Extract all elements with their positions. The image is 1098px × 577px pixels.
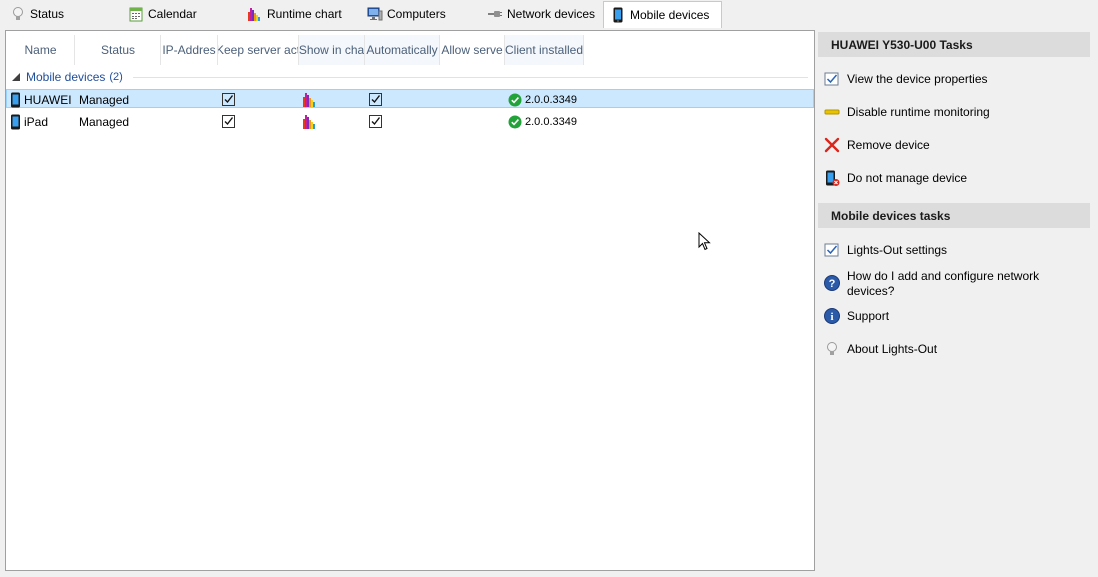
collapse-triangle-icon[interactable] (12, 73, 20, 81)
tab-label: Status (30, 6, 65, 21)
keep-server-active-check-icon (222, 112, 235, 131)
show-in-chart-icon (302, 112, 318, 131)
column-header-status[interactable]: Status (76, 35, 161, 65)
tab-mobile-devices[interactable]: Mobile devices (603, 1, 722, 28)
device-name: iPad (24, 114, 49, 129)
tab-computers[interactable]: Computers (361, 1, 476, 26)
mobile-icon (10, 114, 21, 130)
keep-server-active-check-icon (222, 90, 235, 109)
device-status: Managed (79, 114, 130, 129)
mouse-cursor-icon (698, 231, 711, 254)
lights-out-settings-link[interactable]: Lights-Out settings (823, 241, 1085, 259)
about-lights-out-link[interactable]: About Lights-Out (823, 340, 1085, 358)
task-label: Support (847, 309, 890, 323)
task-label: Disable runtime monitoring (847, 105, 990, 119)
client-installed-cell: 2.0.0.3349 (508, 112, 577, 131)
tab-label: Runtime chart (267, 6, 342, 21)
help-icon: ? (823, 274, 841, 292)
task-label: How do I add and configure network devic… (847, 269, 1040, 298)
column-header-show-in-chart[interactable]: Show in cha (299, 35, 365, 65)
task-label: Lights-Out settings (847, 243, 948, 257)
client-installed-cell: 2.0.0.3349 (508, 90, 577, 109)
yellow-bar-icon (823, 103, 841, 121)
bulb-icon (10, 6, 26, 22)
device-name-cell: iPad (10, 112, 48, 131)
device-list: Name Status IP-Addres Keep server act Sh… (5, 30, 815, 571)
task-label: Remove device (847, 138, 930, 152)
tab-calendar[interactable]: Calendar (122, 1, 232, 26)
bulb-icon (823, 340, 841, 358)
group-label: Mobile devices (26, 70, 106, 84)
table-row[interactable]: HUAWEI Managed 2.0.0.3349 (6, 89, 814, 108)
column-header-client-installed[interactable]: Client installed (505, 35, 584, 65)
support-link[interactable]: i Support (823, 307, 1085, 325)
device-name: HUAWEI (24, 92, 72, 107)
view-device-properties-link[interactable]: View the device properties (823, 70, 1085, 88)
tab-strip: Status Calendar Runtime chart Computers … (0, 0, 1098, 28)
group-count: (2) (109, 71, 123, 83)
unmanage-phone-icon (823, 169, 841, 187)
remove-device-link[interactable]: Remove device (823, 136, 1085, 154)
green-check-icon (508, 93, 522, 107)
show-in-chart-icon (302, 90, 318, 109)
automatically-check-icon (369, 90, 382, 109)
device-status: Managed (79, 92, 130, 107)
task-label: Do not manage device (847, 171, 968, 185)
info-icon: i (823, 307, 841, 325)
tab-runtime-chart[interactable]: Runtime chart (241, 1, 351, 26)
tab-network-devices[interactable]: Network devices (481, 1, 601, 26)
green-check-icon (508, 115, 522, 129)
client-version: 2.0.0.3349 (525, 93, 577, 106)
group-header-mobile-devices[interactable]: Mobile devices (2) (6, 69, 814, 85)
tab-label: Mobile devices (630, 8, 710, 22)
task-label: About Lights-Out (847, 342, 938, 356)
tab-status[interactable]: Status (4, 1, 104, 26)
device-name-cell: HUAWEI (10, 90, 72, 109)
tab-label: Network devices (507, 6, 596, 21)
table-row[interactable]: iPad Managed 2.0.0.3349 (6, 112, 814, 131)
help-add-network-devices-link[interactable]: ? How do I add and configure network dev… (823, 267, 1085, 299)
do-not-manage-device-link[interactable]: Do not manage device (823, 169, 1085, 187)
automatically-check-icon (369, 112, 382, 131)
properties-checkbox-icon (823, 70, 841, 88)
calendar-icon (128, 6, 144, 22)
mobile-icon (10, 92, 21, 108)
chart-icon (247, 6, 263, 22)
mobile-devices-tasks-header: Mobile devices tasks (818, 203, 1090, 228)
column-headers: Name Status IP-Addres Keep server act Sh… (6, 31, 814, 67)
column-header-keep-server-active[interactable]: Keep server act (218, 35, 299, 65)
column-header-name[interactable]: Name (7, 35, 75, 65)
svg-text:?: ? (829, 278, 836, 290)
group-divider (132, 76, 808, 78)
client-version: 2.0.0.3349 (525, 115, 577, 128)
network-plug-icon (487, 6, 503, 22)
column-header-allow-server[interactable]: Allow serve (440, 35, 505, 65)
computer-icon (367, 6, 383, 22)
mobile-icon (610, 7, 626, 23)
task-pane: HUAWEI Y530-U00 Tasks View the device pr… (818, 30, 1094, 571)
red-x-icon (823, 136, 841, 154)
svg-text:i: i (830, 311, 833, 323)
tab-label: Calendar (148, 6, 197, 21)
tab-label: Computers (387, 6, 446, 21)
column-header-ip-address[interactable]: IP-Addres (161, 35, 218, 65)
task-label: View the device properties (847, 72, 988, 86)
device-tasks-header: HUAWEI Y530-U00 Tasks (818, 32, 1090, 57)
disable-runtime-monitoring-link[interactable]: Disable runtime monitoring (823, 103, 1085, 121)
column-header-automatically[interactable]: Automatically (365, 35, 440, 65)
settings-checkbox-icon (823, 241, 841, 259)
